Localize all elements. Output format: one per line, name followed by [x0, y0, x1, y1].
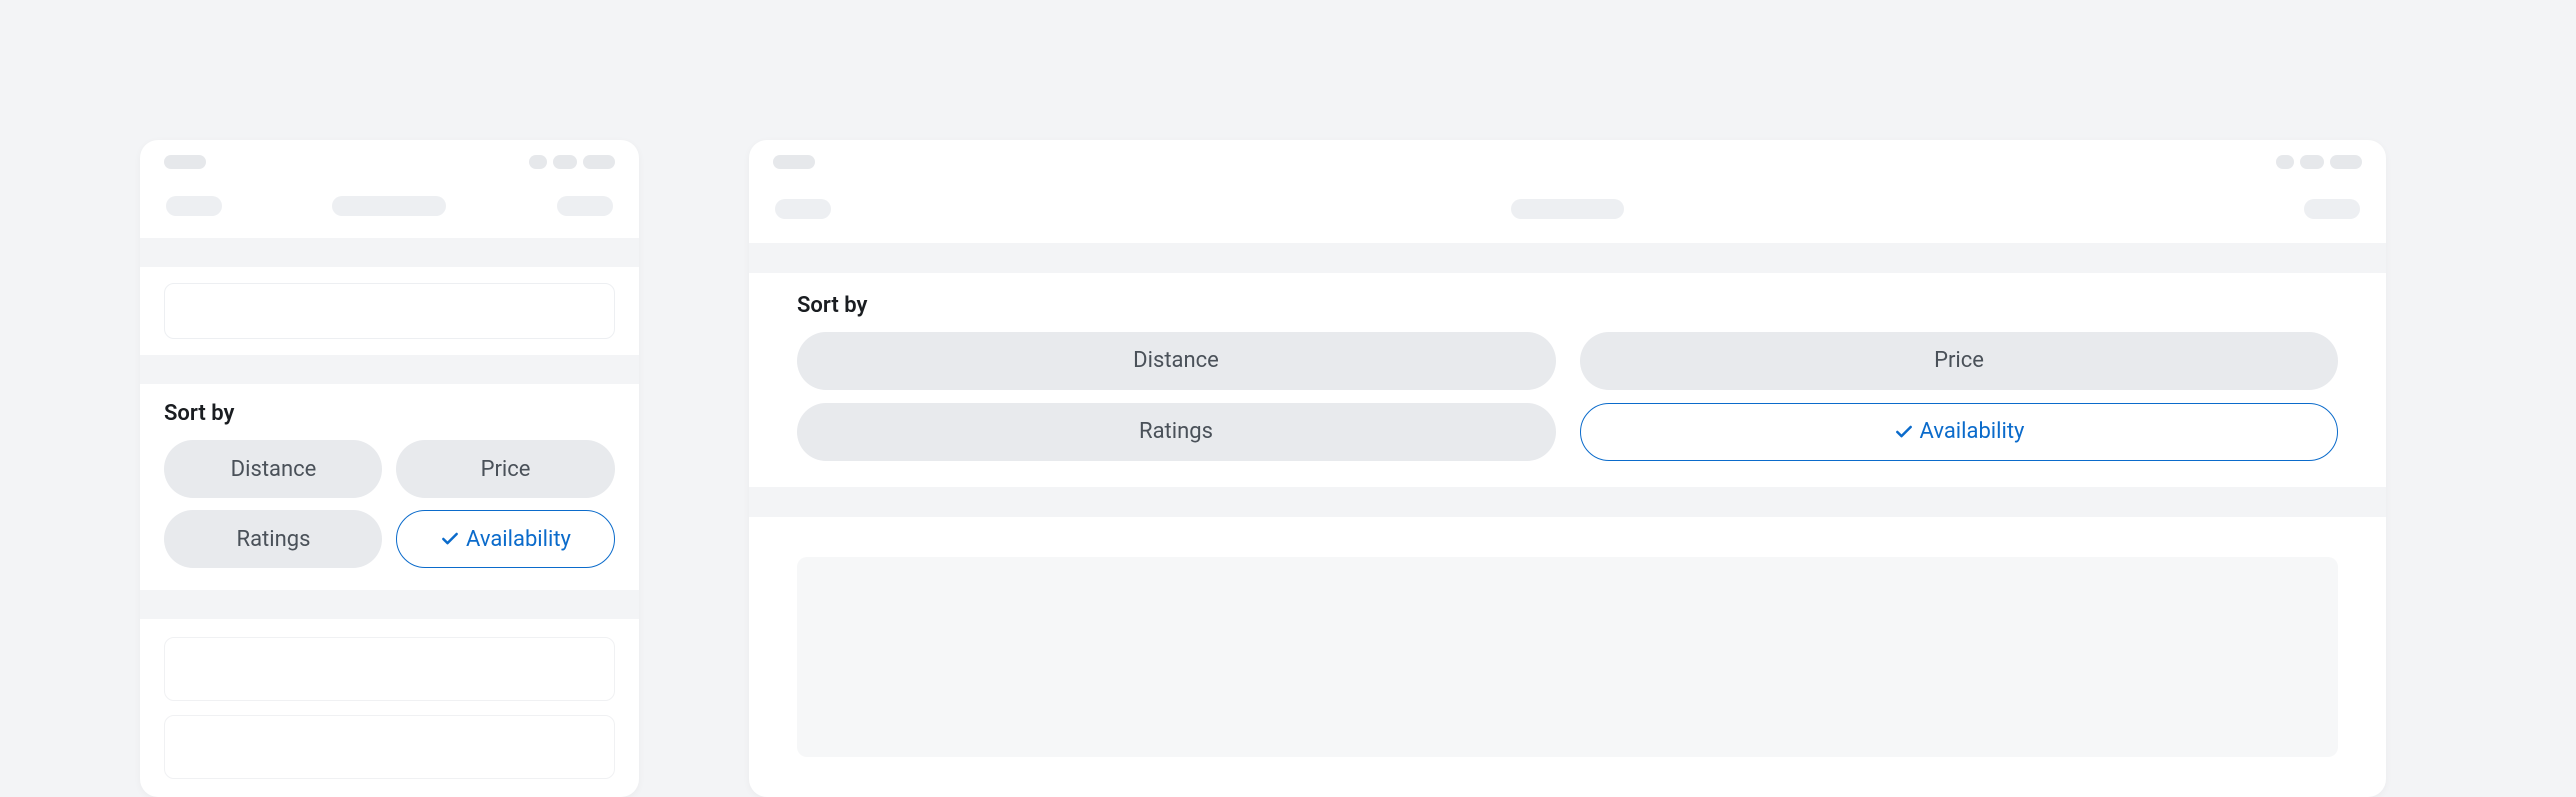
divider-band — [140, 238, 639, 267]
chip-label: Availability — [466, 527, 571, 552]
sort-chip-ratings[interactable]: Ratings — [797, 403, 1556, 461]
sort-by-label: Sort by — [797, 293, 2338, 318]
status-indicators — [529, 155, 615, 169]
nav-bar — [749, 175, 2386, 243]
status-time-placeholder — [164, 155, 206, 169]
mobile-device-frame: Sort by Distance Price Ratings Availabil… — [140, 140, 639, 797]
status-bar — [140, 140, 639, 173]
sort-chip-grid: Distance Price Ratings Availability — [797, 332, 2338, 461]
result-card-placeholder[interactable] — [164, 715, 615, 779]
divider-band — [140, 355, 639, 384]
divider-band — [749, 487, 2386, 517]
result-card-placeholder[interactable] — [164, 637, 615, 701]
nav-back-placeholder[interactable] — [775, 199, 831, 219]
sort-section: Sort by Distance Price Ratings Availabil… — [749, 273, 2386, 487]
sort-chip-distance[interactable]: Distance — [164, 440, 382, 498]
sort-chip-ratings[interactable]: Ratings — [164, 510, 382, 568]
chip-label: Distance — [1133, 348, 1219, 373]
status-pill — [553, 155, 577, 169]
nav-title-placeholder — [1511, 199, 1624, 219]
sort-by-label: Sort by — [164, 401, 615, 426]
search-field-placeholder[interactable] — [164, 283, 615, 339]
status-pill — [2300, 155, 2324, 169]
tablet-device-frame: Sort by Distance Price Ratings Availabil… — [749, 140, 2386, 797]
status-pill — [529, 155, 547, 169]
result-card-placeholder[interactable] — [797, 557, 2338, 757]
search-block — [140, 267, 639, 355]
sort-section: Sort by Distance Price Ratings Availabil… — [140, 384, 639, 590]
divider-band — [749, 243, 2386, 273]
chip-label: Price — [1934, 348, 1984, 373]
sort-chip-availability[interactable]: Availability — [1580, 403, 2338, 461]
check-icon — [1894, 422, 1914, 442]
chip-label: Price — [481, 457, 531, 482]
chip-label: Ratings — [1139, 419, 1213, 444]
status-bar — [749, 140, 2386, 175]
chip-label: Distance — [231, 457, 317, 482]
status-pill — [2276, 155, 2294, 169]
nav-back-placeholder[interactable] — [166, 196, 222, 216]
sort-chip-distance[interactable]: Distance — [797, 332, 1556, 390]
results-list — [749, 517, 2386, 797]
status-pill — [2330, 155, 2362, 169]
nav-title-placeholder — [332, 196, 446, 216]
chip-label: Availability — [1920, 419, 2025, 444]
sort-chip-price[interactable]: Price — [396, 440, 615, 498]
check-icon — [440, 529, 460, 549]
sort-chip-grid: Distance Price Ratings Availability — [164, 440, 615, 568]
status-pill — [583, 155, 615, 169]
divider-band — [140, 590, 639, 619]
status-time-placeholder — [773, 155, 815, 169]
results-list — [140, 619, 639, 797]
sort-chip-price[interactable]: Price — [1580, 332, 2338, 390]
status-indicators — [2276, 155, 2362, 169]
nav-action-placeholder[interactable] — [557, 196, 613, 216]
chip-label: Ratings — [237, 527, 311, 552]
nav-action-placeholder[interactable] — [2304, 199, 2360, 219]
sort-chip-availability[interactable]: Availability — [396, 510, 615, 568]
nav-bar — [140, 173, 639, 238]
